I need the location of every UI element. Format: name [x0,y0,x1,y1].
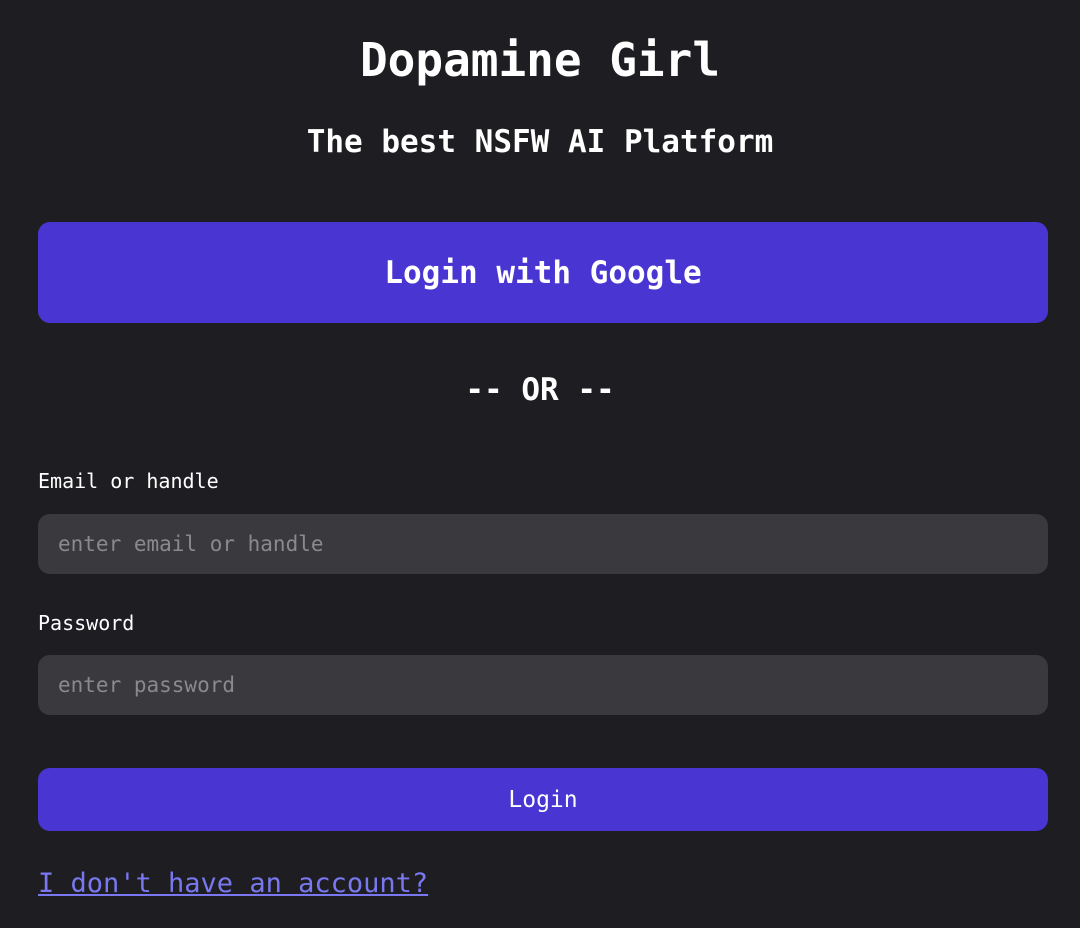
signup-link[interactable]: I don't have an account? [38,866,428,902]
email-field[interactable] [38,514,1048,574]
or-divider: -- OR -- [465,372,615,408]
password-field[interactable] [38,655,1048,715]
login-page: Dopamine Girl The best NSFW AI Platform … [0,0,1080,928]
page-subtitle: The best NSFW AI Platform [306,124,774,160]
page-title: Dopamine Girl [359,33,721,87]
email-field-label: Email or handle [38,469,219,493]
password-field-label: Password [38,611,135,635]
login-with-google-button[interactable]: Login with Google [38,222,1048,323]
login-button[interactable]: Login [38,768,1048,831]
